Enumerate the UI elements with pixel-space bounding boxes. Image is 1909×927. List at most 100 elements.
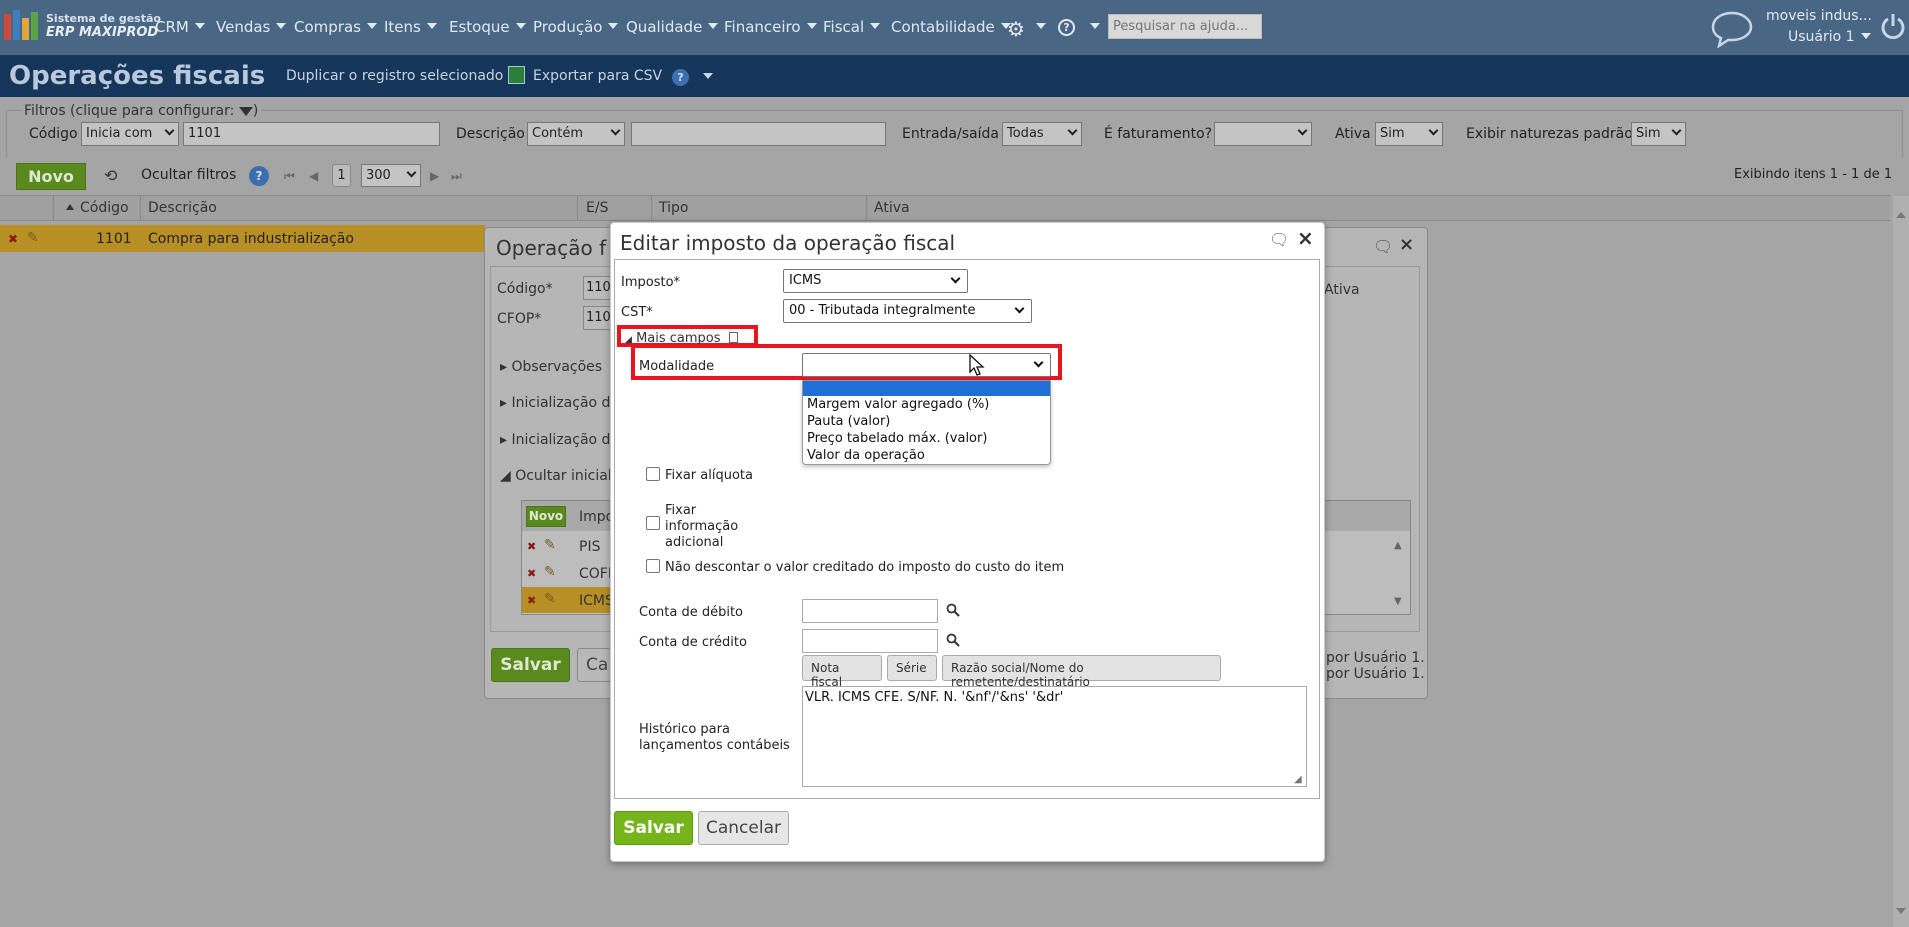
chevron-down-icon[interactable]: [1036, 23, 1046, 29]
next-page-icon[interactable]: ▶: [430, 169, 439, 183]
user-name[interactable]: Usuário 1: [1788, 29, 1871, 45]
modalidade-select[interactable]: [802, 353, 1051, 377]
search-icon[interactable]: [946, 603, 960, 617]
filter-codigo-mode-select[interactable]: Inicia com: [81, 122, 179, 146]
col-header-descricao[interactable]: Descrição: [148, 200, 217, 216]
page-size-select[interactable]: 300: [361, 164, 421, 187]
dropdown-option[interactable]: Pauta (valor): [807, 414, 890, 429]
edit-icon[interactable]: ✎: [27, 230, 39, 246]
close-icon[interactable]: ×: [1297, 226, 1314, 250]
subgrid-row-cofins[interactable]: COFI: [579, 566, 612, 582]
razao-social-button[interactable]: Razão social/Nome do remetente/destinatá…: [942, 655, 1221, 689]
menu-qualidade[interactable]: Qualidade: [626, 18, 719, 36]
power-icon[interactable]: [1880, 12, 1906, 40]
filters-legend[interactable]: Filtros (clique para configurar: ): [21, 103, 262, 119]
col-header-codigo[interactable]: Código: [80, 200, 129, 216]
subgrid-row-icms[interactable]: ICMS: [579, 593, 614, 609]
dropdown-option[interactable]: Margem valor agregado (%): [807, 397, 989, 412]
menu-fiscal[interactable]: Fiscal: [823, 18, 881, 36]
menu-compras[interactable]: Compras: [294, 18, 377, 36]
menu-crm[interactable]: CRM: [155, 18, 205, 36]
scroll-down-icon[interactable]: [1896, 908, 1906, 914]
conta-debito-input[interactable]: [802, 599, 938, 623]
menu-contabilidade[interactable]: Contabilidade: [891, 18, 1011, 36]
section-inicializacao-2[interactable]: ▸ Inicialização d: [500, 432, 610, 448]
section-ocultar[interactable]: ◢ Ocultar iniciali: [500, 468, 616, 484]
fixar-aliquota-checkbox[interactable]: [646, 467, 660, 481]
filter-entrada-select[interactable]: Todas: [1002, 122, 1082, 146]
help-icon[interactable]: ?: [249, 166, 269, 186]
serie-button[interactable]: Série: [887, 655, 937, 681]
filter-descricao-input[interactable]: [631, 122, 886, 146]
scroll-up-icon[interactable]: [1896, 212, 1906, 218]
chevron-down-icon[interactable]: [1090, 23, 1100, 29]
nao-descontar-checkbox[interactable]: [646, 559, 660, 573]
search-icon[interactable]: [946, 633, 960, 647]
codigo-input[interactable]: 110: [583, 276, 613, 300]
fixar-info-checkbox[interactable]: [646, 516, 660, 530]
chevron-down-icon[interactable]: [703, 73, 713, 79]
help-icon[interactable]: ?: [672, 69, 689, 86]
filter-naturezas-select[interactable]: Sim: [1631, 122, 1686, 146]
scroll-up-icon[interactable]: ▲: [1394, 540, 1402, 551]
filter-descricao-mode-select[interactable]: Contém: [527, 122, 625, 146]
col-header-ativa[interactable]: Ativa: [874, 200, 910, 216]
section-observacoes[interactable]: ▸ Observações: [500, 359, 602, 375]
menu-financeiro[interactable]: Financeiro: [724, 18, 817, 36]
prev-page-icon[interactable]: ◀: [309, 169, 318, 183]
last-page-icon[interactable]: ⏭: [451, 169, 462, 184]
chat-icon[interactable]: 🗨: [1269, 230, 1289, 249]
first-page-icon[interactable]: ⏮: [284, 169, 295, 184]
resize-handle-icon[interactable]: ◢: [1294, 774, 1302, 785]
menu-estoque[interactable]: Estoque: [449, 18, 526, 36]
scrollbar[interactable]: [1893, 196, 1909, 927]
gear-icon[interactable]: ⚙: [1007, 17, 1025, 41]
cancel-button[interactable]: Cancelar: [698, 811, 789, 845]
save-button[interactable]: Salvar: [614, 811, 693, 845]
delete-icon[interactable]: ✖: [8, 232, 18, 246]
page-number-input[interactable]: 1: [332, 164, 351, 187]
edit-icon[interactable]: ✎: [544, 537, 556, 553]
bg-cancel-button[interactable]: Ca: [577, 648, 611, 682]
dropdown-option[interactable]: Valor da operação: [807, 448, 925, 463]
cst-select[interactable]: 00 - Tributada integralmente: [783, 299, 1032, 323]
cfop-input[interactable]: 110: [583, 306, 613, 330]
section-inicializacao-1[interactable]: ▸ Inicialização d: [500, 395, 610, 411]
chat-icon[interactable]: 🗨: [1373, 237, 1393, 256]
filter-faturamento-select[interactable]: [1214, 122, 1312, 146]
filter-codigo-input[interactable]: 1101: [183, 122, 440, 146]
scroll-down-icon[interactable]: ▼: [1394, 596, 1402, 607]
help-icon[interactable]: ?: [1058, 19, 1075, 36]
delete-icon[interactable]: ✖: [527, 567, 536, 580]
delete-icon[interactable]: ✖: [527, 594, 536, 607]
col-header-tipo[interactable]: Tipo: [659, 200, 688, 216]
export-csv-button[interactable]: Exportar para CSV: [533, 68, 662, 84]
refresh-icon[interactable]: ⟲: [104, 166, 117, 185]
subgrid-new-button[interactable]: Novo: [526, 506, 566, 527]
historico-textarea[interactable]: VLR. ICMS CFE. S/NF. N. '&nf'/'&ns' '&dr…: [802, 686, 1307, 787]
dropdown-option[interactable]: Preço tabelado máx. (valor): [807, 431, 987, 446]
imposto-select[interactable]: ICMS: [783, 269, 968, 293]
dropdown-option-blank[interactable]: [803, 381, 1050, 396]
filter-icon[interactable]: [238, 107, 253, 116]
edit-icon[interactable]: ✎: [544, 564, 556, 580]
help-search-input[interactable]: [1108, 14, 1262, 39]
filter-ativa-select[interactable]: Sim: [1375, 122, 1443, 146]
chat-icon[interactable]: [1710, 10, 1754, 49]
bg-save-button[interactable]: Salvar: [491, 648, 570, 682]
close-icon[interactable]: ×: [1399, 234, 1414, 255]
company-name[interactable]: moveis indus...: [1766, 8, 1872, 24]
duplicate-button[interactable]: Duplicar o registro selecionado: [286, 68, 503, 84]
hide-filters-button[interactable]: Ocultar filtros: [141, 167, 236, 183]
new-button[interactable]: Novo: [16, 163, 86, 190]
menu-itens[interactable]: Itens: [384, 18, 437, 36]
col-header-es[interactable]: E/S: [586, 200, 608, 216]
menu-producao[interactable]: Produção: [533, 18, 619, 36]
edit-icon[interactable]: ✎: [544, 591, 556, 607]
delete-icon[interactable]: ✖: [527, 540, 536, 553]
nota-fiscal-button[interactable]: Nota fiscal: [802, 655, 882, 689]
menu-vendas[interactable]: Vendas: [216, 18, 287, 36]
conta-credito-input[interactable]: [802, 629, 938, 653]
subgrid-row-pis[interactable]: PIS: [579, 539, 600, 555]
erp-logo[interactable]: [4, 10, 42, 40]
